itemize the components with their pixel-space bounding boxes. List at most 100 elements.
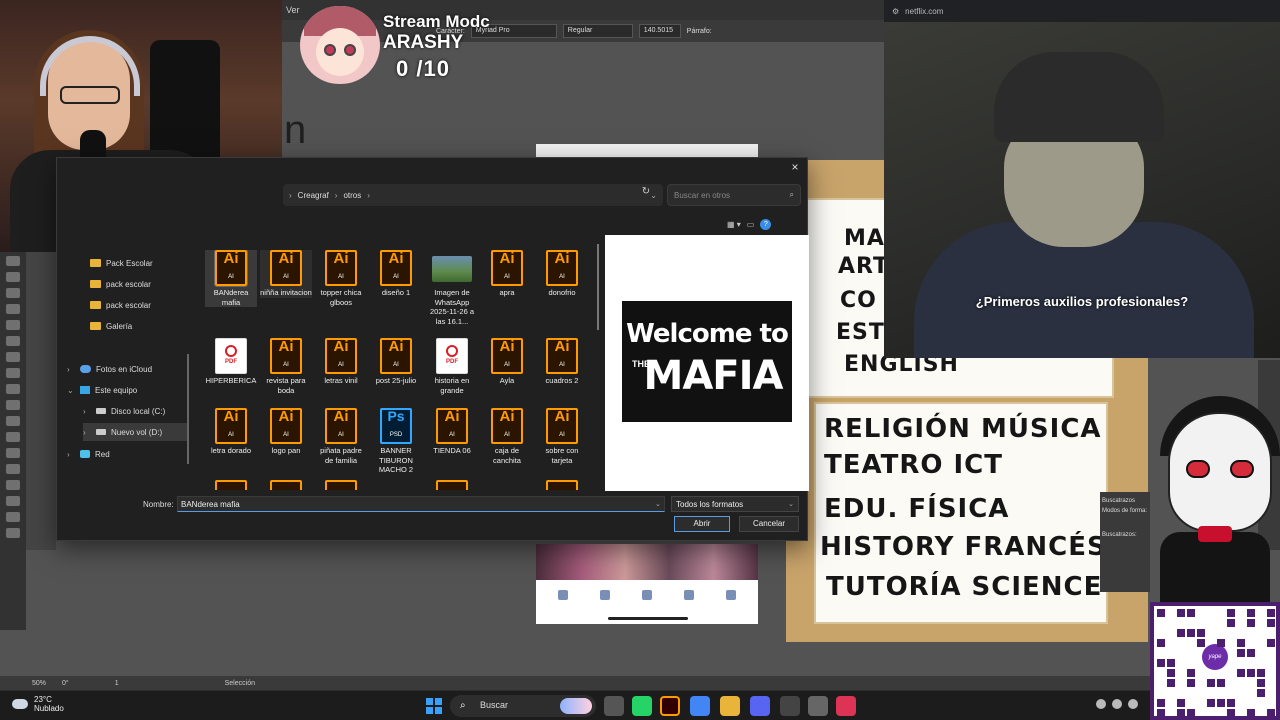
discord-icon[interactable] bbox=[750, 696, 770, 716]
site-settings-icon[interactable]: ⚙ bbox=[892, 7, 899, 16]
nav-item[interactable]: › Disco local (C:) bbox=[83, 402, 187, 420]
rotation-level[interactable]: 0° bbox=[62, 680, 69, 687]
file-item[interactable]: Imagen de WhatsApp 2025-11-26 a las 16.1… bbox=[426, 250, 478, 326]
file-item[interactable]: Ps PSD BANNER TIBURON MACHO 2 bbox=[370, 408, 422, 475]
tool-icon[interactable] bbox=[6, 336, 20, 346]
file-item[interactable]: Ai AI logo pan bbox=[260, 408, 312, 456]
tool-icon[interactable] bbox=[6, 272, 20, 282]
artboard-number[interactable]: 1 bbox=[115, 680, 119, 687]
file-item[interactable]: Ai AI letras vinil bbox=[315, 338, 367, 386]
file-item-partial[interactable] bbox=[315, 480, 367, 490]
close-button[interactable]: × bbox=[787, 160, 803, 174]
wifi-icon[interactable] bbox=[1096, 699, 1106, 709]
help-icon[interactable]: ? bbox=[760, 218, 772, 230]
tool-icon[interactable] bbox=[6, 304, 20, 314]
file-item[interactable]: Ai AI cuadros 2 bbox=[536, 338, 588, 386]
expand-caret-icon[interactable]: › bbox=[67, 365, 75, 374]
volume-icon[interactable] bbox=[1112, 699, 1122, 709]
tool-icon[interactable] bbox=[6, 528, 20, 538]
font-size-field[interactable]: 140.5015 bbox=[638, 24, 681, 38]
taskbar-search[interactable]: ⌕ Buscar bbox=[450, 695, 596, 717]
file-item-partial[interactable] bbox=[260, 480, 312, 490]
file-item[interactable]: Ai AI diseño 1 bbox=[370, 250, 422, 298]
refresh-icon[interactable]: ↻ bbox=[637, 186, 655, 204]
file-item[interactable]: Ai AI BANderea mafia bbox=[205, 250, 257, 307]
file-item[interactable]: Ai AI caja de canchita bbox=[481, 408, 533, 465]
zoom-level[interactable]: 50% bbox=[32, 680, 46, 687]
nav-item[interactable]: Pack Escolar bbox=[77, 254, 187, 272]
task-view-icon[interactable] bbox=[604, 696, 624, 716]
nav-item[interactable]: ⌄ Este equipo bbox=[67, 381, 187, 399]
expand-caret-icon[interactable]: › bbox=[67, 450, 75, 459]
tool-icon[interactable] bbox=[6, 400, 20, 410]
nav-item[interactable]: Galería bbox=[77, 317, 187, 335]
file-item[interactable]: Ai AI donofrio bbox=[536, 250, 588, 298]
file-item[interactable]: Ai AI revista para boda bbox=[260, 338, 312, 395]
file-item[interactable]: Ai AI niñña invitacion bbox=[260, 250, 312, 298]
tool-icon[interactable] bbox=[6, 512, 20, 522]
tool-icon[interactable] bbox=[6, 480, 20, 490]
paragraph-label[interactable]: Párrafo: bbox=[687, 28, 712, 35]
file-item[interactable]: Ai AI Ayla bbox=[481, 338, 533, 386]
calculator-icon[interactable] bbox=[808, 696, 828, 716]
tool-icon[interactable] bbox=[6, 448, 20, 458]
nav-item[interactable]: › Fotos en iCloud bbox=[67, 360, 187, 378]
tool-icon[interactable] bbox=[6, 496, 20, 506]
expand-caret-icon[interactable]: › bbox=[83, 428, 91, 437]
preview-pane-icon[interactable]: ▭ bbox=[747, 220, 755, 229]
tool-icon[interactable] bbox=[6, 320, 20, 330]
chevron-down-icon[interactable]: ⌄ bbox=[655, 500, 661, 508]
panel-title[interactable]: Buscatrazos bbox=[1102, 498, 1148, 504]
battery-icon[interactable] bbox=[1128, 699, 1138, 709]
file-item[interactable]: PDF historia en grande bbox=[426, 338, 478, 395]
open-button[interactable]: Abrir bbox=[674, 516, 730, 532]
tool-icon[interactable] bbox=[6, 288, 20, 298]
whatsapp-icon[interactable] bbox=[632, 696, 652, 716]
file-item[interactable]: Ai AI apra bbox=[481, 250, 533, 298]
nav-item[interactable]: pack escolar bbox=[77, 275, 187, 293]
file-item[interactable]: Ai AI post 25-julio bbox=[370, 338, 422, 386]
obs-icon[interactable] bbox=[780, 696, 800, 716]
file-item[interactable]: Ai AI piñata padre de familia bbox=[315, 408, 367, 465]
file-item-partial[interactable] bbox=[205, 480, 257, 490]
breadcrumb-item[interactable]: otros bbox=[343, 191, 361, 200]
nav-item[interactable]: › Nuevo vol (D:) bbox=[83, 423, 187, 441]
file-type-select[interactable]: Todos los formatos ⌄ bbox=[671, 496, 799, 512]
breadcrumb-item[interactable]: Creagraf bbox=[298, 191, 329, 200]
file-item[interactable]: Ai AI sobre con tarjeta bbox=[536, 408, 588, 465]
nav-scrollbar[interactable] bbox=[187, 354, 189, 464]
tool-icon[interactable] bbox=[6, 256, 20, 266]
tool-icon[interactable] bbox=[6, 432, 20, 442]
file-item[interactable]: Ai AI TIENDA 06 bbox=[426, 408, 478, 456]
nav-item[interactable]: › Red bbox=[67, 445, 187, 463]
expand-caret-icon[interactable]: ⌄ bbox=[67, 386, 75, 395]
filename-input[interactable]: BANderea mafia bbox=[177, 496, 665, 512]
tool-icon[interactable] bbox=[6, 384, 20, 394]
chrome-icon[interactable] bbox=[690, 696, 710, 716]
netflix-url[interactable]: netflix.com bbox=[905, 7, 943, 16]
grid-scrollbar[interactable] bbox=[597, 244, 599, 330]
netflix-video[interactable]: ¿Primeros auxilios profesionales? bbox=[884, 22, 1280, 358]
app-icon[interactable] bbox=[836, 696, 856, 716]
tool-icon[interactable] bbox=[6, 416, 20, 426]
file-item[interactable]: Ai AI topper chica glboos bbox=[315, 250, 367, 307]
tool-icon[interactable] bbox=[6, 352, 20, 362]
tool-icon[interactable] bbox=[6, 368, 20, 378]
illustrator-app-icon[interactable] bbox=[660, 696, 680, 716]
canvas-text[interactable]: n bbox=[284, 108, 306, 153]
search-input[interactable]: Buscar en otros ⌕ bbox=[667, 184, 801, 206]
browser-address-bar[interactable]: ⚙ netflix.com bbox=[884, 0, 1280, 22]
font-style-select[interactable]: Regular bbox=[562, 24, 633, 38]
file-explorer-icon[interactable] bbox=[720, 696, 740, 716]
cancel-button[interactable]: Cancelar bbox=[739, 516, 799, 532]
file-item[interactable]: Ai AI letra dorado bbox=[205, 408, 257, 456]
tool-icon[interactable] bbox=[6, 464, 20, 474]
menu-item-view[interactable]: Ver bbox=[286, 5, 300, 15]
file-item[interactable]: PDF HIPERBERICA bbox=[205, 338, 257, 386]
expand-caret-icon[interactable]: › bbox=[83, 407, 91, 416]
file-item-partial[interactable] bbox=[426, 480, 478, 490]
weather-widget[interactable]: 23°C Nublado bbox=[12, 695, 64, 713]
address-bar[interactable]: › Creagraf › otros › ⌄ bbox=[283, 184, 663, 206]
nav-item[interactable]: pack escolar bbox=[77, 296, 187, 314]
file-item-partial[interactable] bbox=[536, 480, 588, 490]
